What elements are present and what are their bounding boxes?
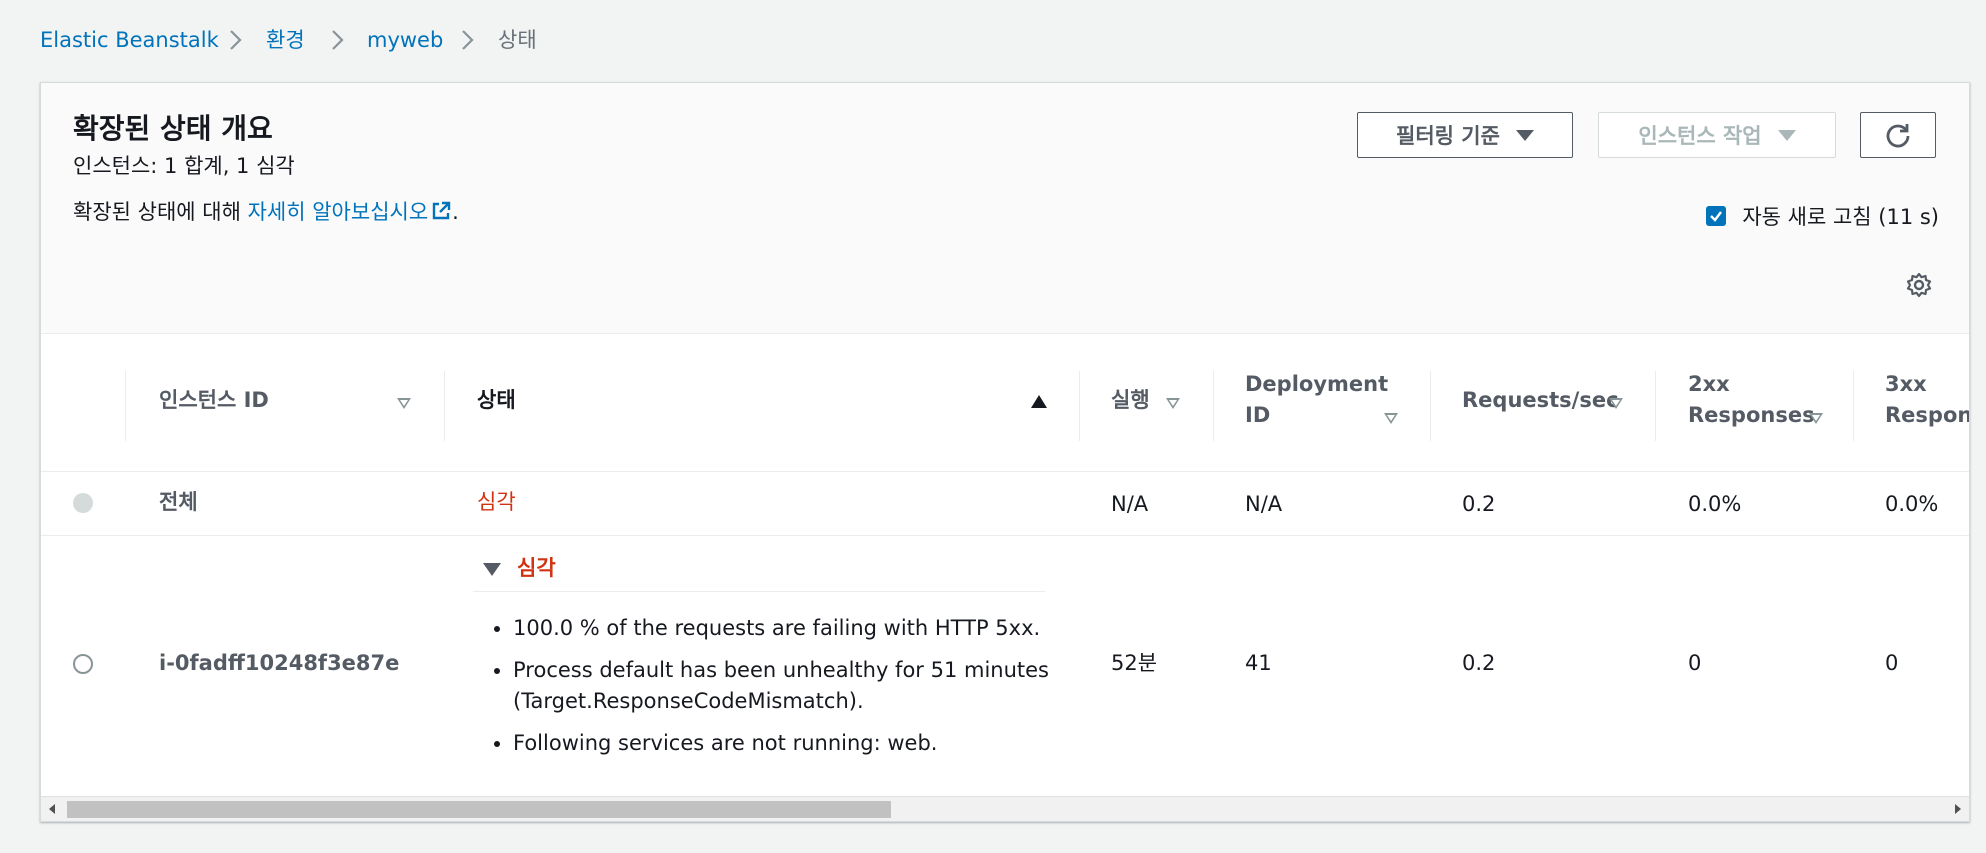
scrollbar-thumb[interactable] [67, 801, 891, 818]
list-item: 100.0 % of the requests are failing with… [513, 613, 1093, 644]
external-link-icon [432, 201, 451, 220]
instance-actions-button[interactable]: 인스턴스 작업 [1598, 112, 1836, 158]
summary-3xx: 0.0% [1885, 492, 1939, 516]
column-header-deployment-id-line2[interactable]: ID [1245, 400, 1270, 430]
chevron-right-icon [462, 30, 474, 50]
auto-refresh-toggle[interactable]: 자동 새로 고침 (11 s) [1706, 201, 1939, 231]
check-icon [1710, 211, 1723, 222]
summary-status: 심각 [477, 490, 516, 514]
breadcrumb-myweb[interactable]: myweb [367, 25, 443, 55]
chevron-right-icon [332, 30, 344, 50]
column-header-3xx-line1[interactable]: 3xx [1885, 369, 1927, 399]
column-header-instance-id[interactable]: 인스턴스 ID [159, 385, 269, 415]
filter-button[interactable]: 필터링 기준 [1357, 112, 1573, 158]
learn-more-text: 확장된 상태에 대해 자세히 알아보십시오. [73, 196, 459, 226]
instance-deployment: 41 [1245, 651, 1272, 675]
summary-rps: 0.2 [1462, 492, 1496, 516]
summary-instance: 전체 [159, 490, 198, 514]
breadcrumb-elastic-beanstalk[interactable]: Elastic Beanstalk [40, 25, 219, 55]
row-divider [41, 535, 1969, 536]
page-title: 확장된 상태 개요 [73, 112, 273, 145]
column-header-requests-sec[interactable]: Requests/sec [1462, 385, 1619, 415]
list-item: Following services are not running: web. [513, 728, 1093, 759]
table-row-summary: 전체 심각 N/A N/A 0.2 0.0% 0.0% [41, 472, 1969, 535]
instance-status: 심각 [517, 556, 556, 580]
summary-running: N/A [1111, 492, 1149, 516]
health-causes-list: 100.0 % of the requests are failing with… [489, 613, 1093, 770]
column-header-status[interactable]: 상태 [477, 385, 516, 415]
breadcrumb-current: 상태 [498, 28, 537, 52]
caret-down-icon [1515, 129, 1534, 141]
refresh-icon [1886, 124, 1910, 148]
column-divider [1213, 371, 1214, 441]
instance-rps: 0.2 [1462, 651, 1496, 675]
description-suffix: . [452, 200, 459, 224]
row-select-radio-disabled [73, 493, 93, 513]
summary-deployment: N/A [1245, 492, 1283, 516]
status-expander[interactable]: 심각 [473, 549, 1045, 592]
enhanced-health-panel: 확장된 상태 개요 인스턴스: 1 합계, 1 심각 확장된 상태에 대해 자세… [40, 82, 1970, 822]
column-divider [1853, 371, 1854, 441]
learn-more-link[interactable]: 자세히 알아보십시오 [248, 200, 453, 224]
instance-running: 52분 [1111, 651, 1158, 675]
sort-icon[interactable] [397, 398, 411, 409]
row-select-radio[interactable] [73, 654, 93, 674]
description-prefix: 확장된 상태에 대해 [73, 200, 248, 224]
sort-icon[interactable] [1809, 413, 1823, 424]
column-divider [444, 371, 445, 441]
column-divider [1655, 371, 1656, 441]
instance-summary: 인스턴스: 1 합계, 1 심각 [73, 154, 295, 178]
auto-refresh-label: 자동 새로 고침 (11 s) [1742, 205, 1939, 229]
gear-icon[interactable] [1905, 271, 1933, 299]
chevron-right-icon [230, 30, 242, 50]
scroll-left-arrow-icon[interactable] [49, 804, 55, 814]
sort-ascending-icon[interactable] [1031, 395, 1047, 408]
sort-icon[interactable] [1609, 398, 1623, 409]
column-header-2xx-line2[interactable]: Responses [1688, 400, 1815, 430]
scroll-right-arrow-icon[interactable] [1955, 804, 1961, 814]
column-header-2xx-line1[interactable]: 2xx [1688, 369, 1730, 399]
table-header: 인스턴스 ID 상태 실행 Deployment ID Requests/sec… [41, 333, 1969, 471]
refresh-button[interactable] [1860, 112, 1936, 158]
auto-refresh-checkbox[interactable] [1706, 206, 1727, 226]
column-divider [1079, 371, 1080, 441]
instance-2xx: 0 [1688, 651, 1702, 675]
sort-icon[interactable] [1384, 413, 1398, 424]
instance-id: i-0fadff10248f3e87e [159, 651, 400, 675]
filter-button-label: 필터링 기준 [1396, 124, 1500, 148]
column-header-3xx-line2[interactable]: Responses [1885, 400, 1969, 430]
horizontal-scrollbar[interactable] [41, 796, 1969, 821]
list-item: Process default has been unhealthy for 5… [513, 655, 1093, 717]
breadcrumb-environments[interactable]: 환경 [266, 25, 305, 55]
summary-2xx: 0.0% [1688, 492, 1742, 516]
column-divider [125, 371, 126, 441]
caret-down-icon [483, 563, 501, 576]
column-header-running[interactable]: 실행 [1111, 385, 1150, 415]
column-divider [1430, 371, 1431, 441]
learn-more-label: 자세히 알아보십시오 [247, 200, 429, 224]
instance-actions-label: 인스턴스 작업 [1638, 124, 1762, 148]
instance-3xx: 0 [1885, 651, 1899, 675]
caret-down-icon [1777, 129, 1796, 141]
sort-icon[interactable] [1166, 398, 1180, 409]
column-header-deployment-id-line1[interactable]: Deployment [1245, 369, 1388, 399]
panel-header: 확장된 상태 개요 인스턴스: 1 합계, 1 심각 확장된 상태에 대해 자세… [41, 83, 1969, 334]
